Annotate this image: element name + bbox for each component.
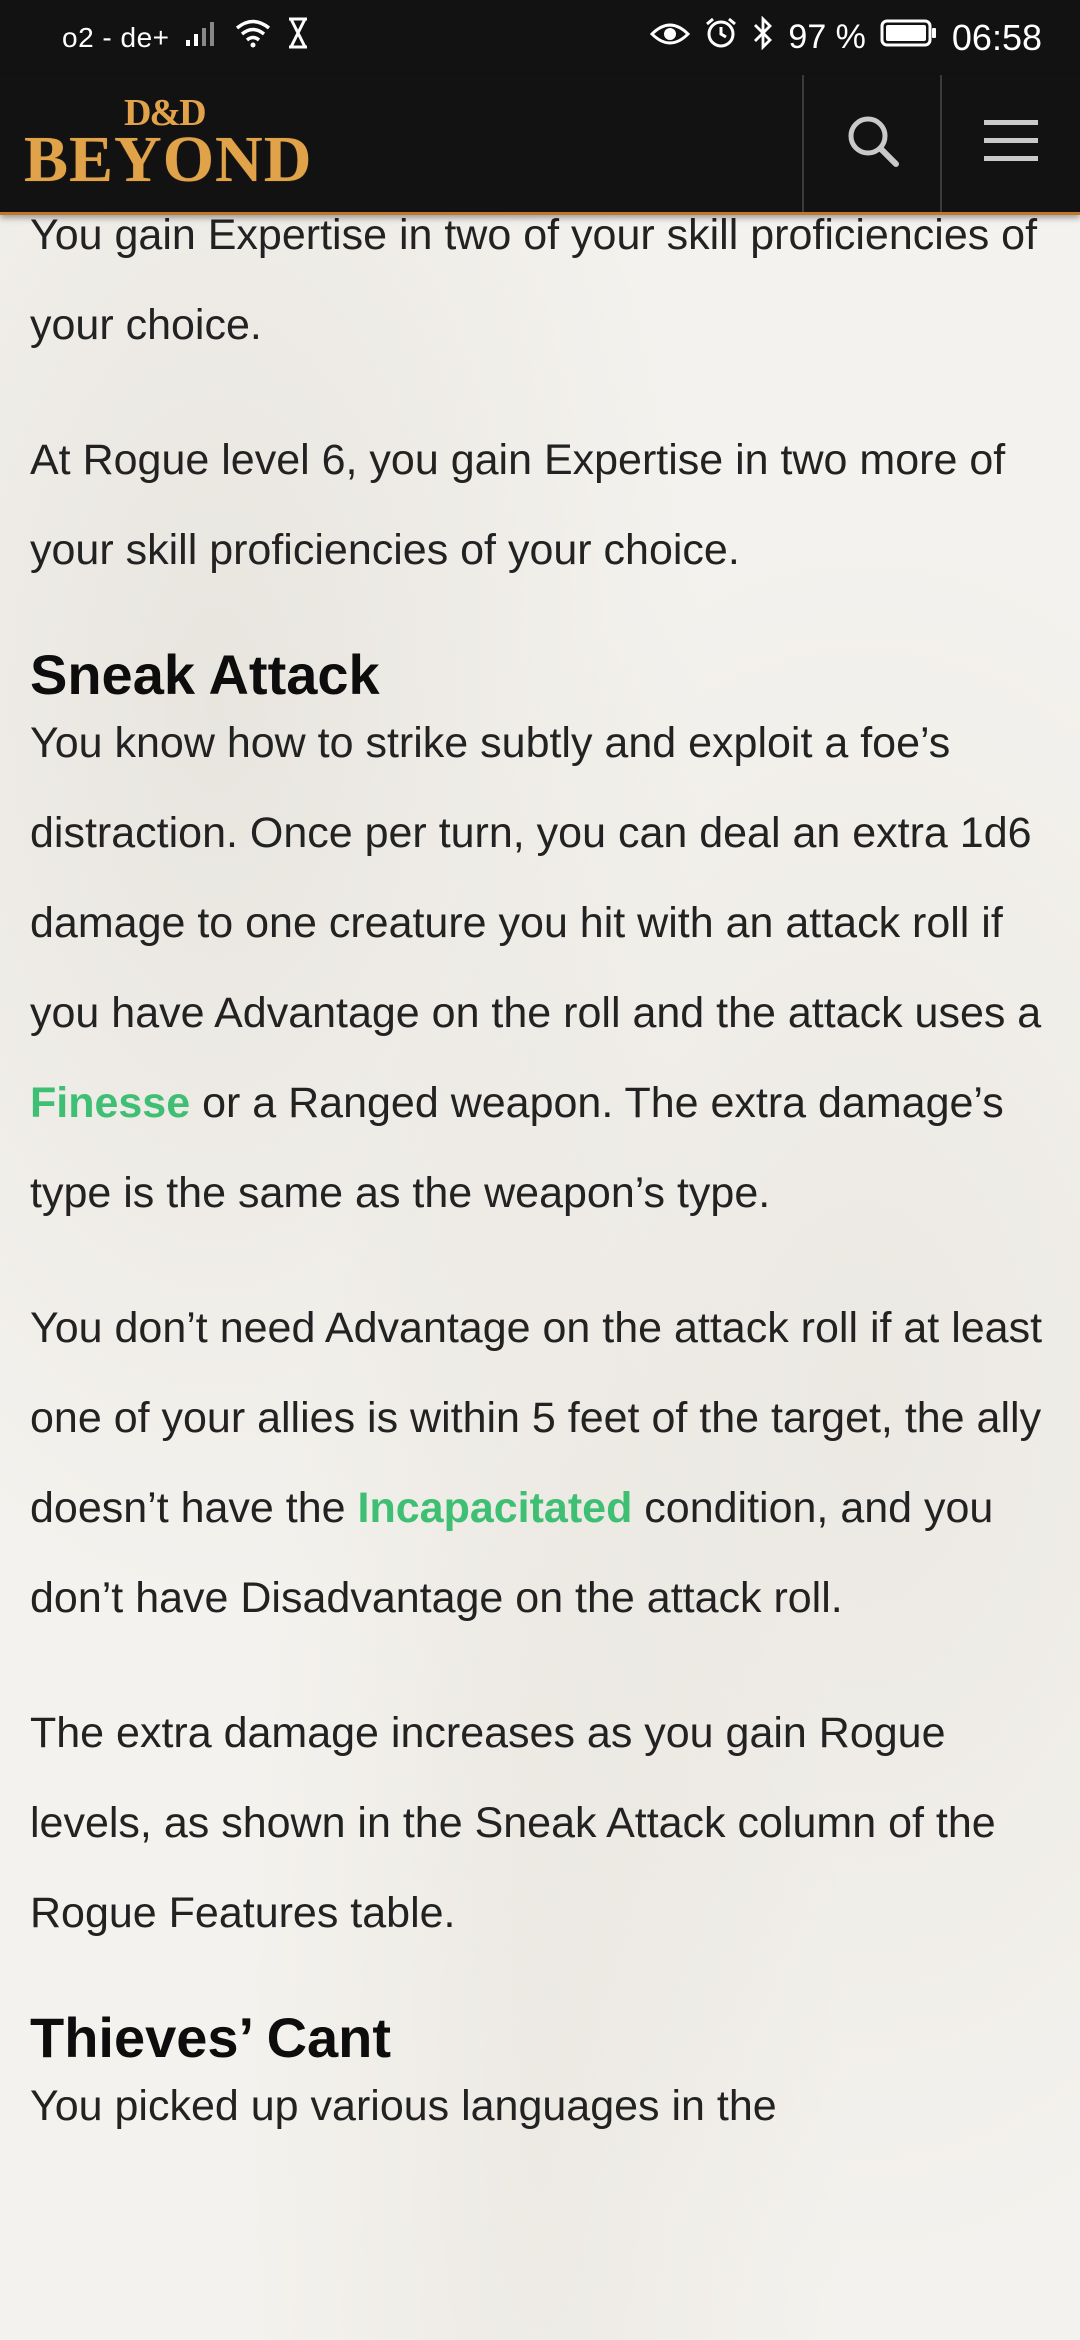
incapacitated-link[interactable]: Incapacitated — [358, 1484, 633, 1532]
text-segment: You know how to strike subtly and exploi… — [30, 719, 1042, 1037]
logo-wordmark: BEYOND — [24, 123, 313, 196]
dndbeyond-logo[interactable]: D&D BEYOND — [24, 91, 324, 201]
search-button[interactable] — [805, 75, 940, 212]
status-right: 97 % 06:58 — [650, 15, 1042, 59]
wifi-icon — [234, 18, 272, 57]
menu-button[interactable] — [943, 75, 1078, 212]
header-divider — [802, 75, 804, 212]
hamburger-menu-icon — [982, 116, 1040, 171]
clock: 06:58 — [951, 16, 1042, 58]
status-bar: o2 - de+ 97 % 06:58 — [0, 0, 1080, 75]
search-icon — [845, 113, 901, 174]
finesse-link[interactable]: Finesse — [30, 1079, 190, 1127]
paragraph-expertise-1: You gain Expertise in two of your skill … — [30, 211, 1038, 349]
battery-icon — [880, 18, 938, 57]
bluetooth-icon — [752, 15, 774, 59]
battery-percentage: 97 % — [788, 18, 866, 56]
signal-icon — [184, 18, 220, 57]
paragraph-sneak-attack-1: You know how to strike subtly and exploi… — [30, 698, 1050, 1238]
alarm-icon — [704, 16, 738, 59]
paragraph-thieves-cant: You picked up various languages in the — [30, 2082, 777, 2130]
status-left: o2 - de+ — [62, 17, 310, 58]
header-divider — [940, 75, 942, 212]
article-content: You gain Expertise in two of your skill … — [30, 190, 1050, 2196]
paragraph-expertise-2: At Rogue level 6, you gain Expertise in … — [30, 436, 1006, 574]
hourglass-icon — [286, 17, 310, 58]
site-header: D&D BEYOND — [0, 75, 1080, 215]
carrier-label: o2 - de+ — [62, 21, 170, 53]
eye-icon — [650, 18, 691, 57]
paragraph-sneak-attack-3: The extra damage increases as you gain R… — [30, 1709, 996, 1937]
paragraph-sneak-attack-2: You don’t need Advantage on the attack r… — [30, 1283, 1050, 1643]
